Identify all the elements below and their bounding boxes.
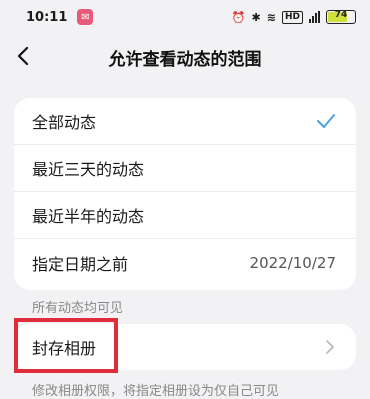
archive-album-row[interactable]: 封存相册	[14, 324, 356, 370]
option-all-posts[interactable]: 全部动态	[14, 98, 356, 145]
page-title: 允许查看动态的范围	[108, 49, 262, 70]
signal-icon	[309, 11, 320, 23]
battery-level: 74	[334, 10, 348, 20]
nav-header: 允许查看动态的范围	[0, 34, 370, 80]
alarm-icon: ⏰	[231, 10, 246, 24]
option-label: 全部动态	[32, 113, 97, 132]
chevron-left-icon	[17, 47, 29, 65]
date-value: 2022/10/27	[249, 253, 336, 272]
chevron-right-icon	[326, 340, 334, 354]
option-label: 最近半年的动态	[32, 207, 145, 226]
option-last-half-year[interactable]: 最近半年的动态	[14, 192, 356, 239]
battery-icon: 74	[326, 10, 356, 24]
option-before-date[interactable]: 指定日期之前 2022/10/27	[14, 239, 356, 286]
archive-album-label: 封存相册	[32, 339, 97, 358]
status-bar: 10:11 ✉ ⏰ ✱ ≋ HD 74	[0, 0, 370, 34]
checkmark-icon	[317, 114, 335, 128]
wifi-icon: ≋	[266, 10, 276, 24]
archive-album-card: 封存相册	[14, 324, 356, 370]
notification-icon: ✉	[77, 9, 94, 25]
option-label: 最近三天的动态	[32, 160, 145, 179]
bluetooth-icon: ✱	[251, 10, 261, 24]
archive-note: 修改相册权限，将指定相册设为仅自己可见	[32, 384, 280, 399]
option-last-3-days[interactable]: 最近三天的动态	[14, 145, 356, 192]
network-badge: HD	[281, 10, 303, 24]
status-time: 10:11	[26, 9, 68, 25]
range-note: 所有动态均可见	[32, 301, 124, 316]
back-button[interactable]	[8, 41, 38, 71]
option-label: 指定日期之前	[32, 254, 129, 274]
range-options-card: 全部动态 最近三天的动态 最近半年的动态 指定日期之前 2022/10/27	[14, 98, 356, 290]
